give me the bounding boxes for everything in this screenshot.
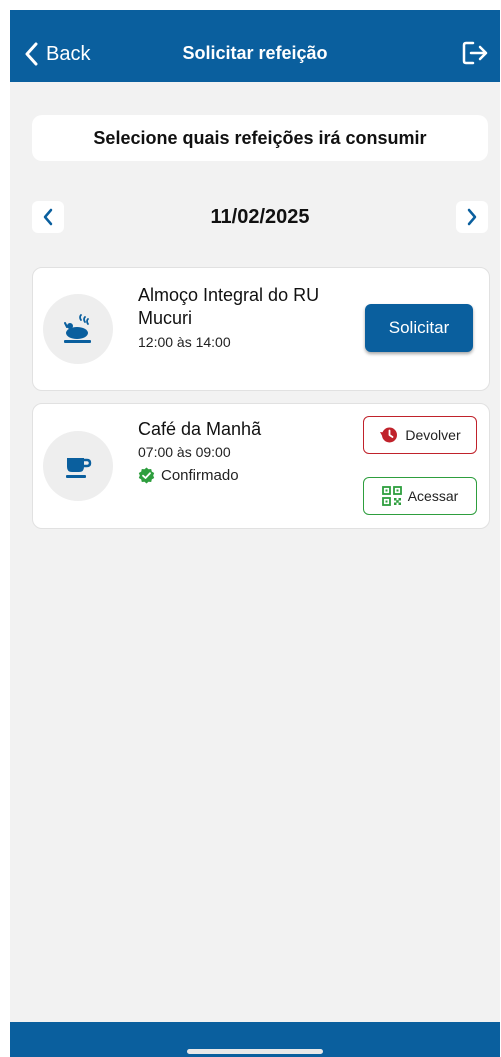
bottom-bar bbox=[10, 1022, 500, 1057]
meal-icon-container bbox=[43, 294, 113, 364]
meal-name: Almoço Integral do RU Mucuri bbox=[138, 285, 320, 328]
app-screen: Back Solicitar refeição Selecione quais … bbox=[10, 10, 500, 1057]
home-indicator[interactable] bbox=[187, 1049, 323, 1054]
header-bar: Back Solicitar refeição bbox=[10, 10, 500, 82]
logout-button[interactable] bbox=[460, 38, 490, 68]
selected-date: 11/02/2025 bbox=[210, 206, 310, 228]
page-title: Solicitar refeição bbox=[182, 43, 328, 63]
confirmation-status: Confirmado bbox=[138, 467, 239, 484]
meal-time: 12:00 às 14:00 bbox=[138, 334, 231, 350]
roast-chicken-icon bbox=[64, 314, 91, 343]
history-icon bbox=[380, 427, 398, 443]
access-meal-button[interactable]: Acessar bbox=[363, 477, 477, 515]
access-label: Acessar bbox=[407, 488, 459, 504]
meal-time: 07:00 às 09:00 bbox=[138, 444, 231, 460]
meal-card-almoco: Almoço Integral do RU Mucuri 12:00 às 14… bbox=[32, 267, 490, 391]
meal-card-cafe: Café da Manhã 07:00 às 09:00 Confirmado … bbox=[32, 403, 490, 529]
next-day-button[interactable] bbox=[456, 201, 488, 233]
chevron-right-icon bbox=[467, 208, 477, 226]
meal-name: Café da Manhã bbox=[138, 419, 262, 439]
qr-code-icon bbox=[381, 486, 402, 506]
request-meal-button[interactable]: Solicitar bbox=[365, 304, 473, 352]
coffee-cup-icon bbox=[66, 458, 92, 478]
return-label: Devolver bbox=[405, 427, 461, 443]
verified-check-icon bbox=[138, 467, 155, 484]
date-navigator: 11/02/2025 bbox=[32, 197, 488, 237]
instruction-banner: Selecione quais refeições irá consumir bbox=[32, 115, 488, 161]
return-meal-button[interactable]: Devolver bbox=[363, 416, 477, 454]
logout-icon bbox=[462, 41, 488, 65]
status-text: Confirmado bbox=[161, 467, 239, 484]
meal-icon-container bbox=[43, 431, 113, 501]
